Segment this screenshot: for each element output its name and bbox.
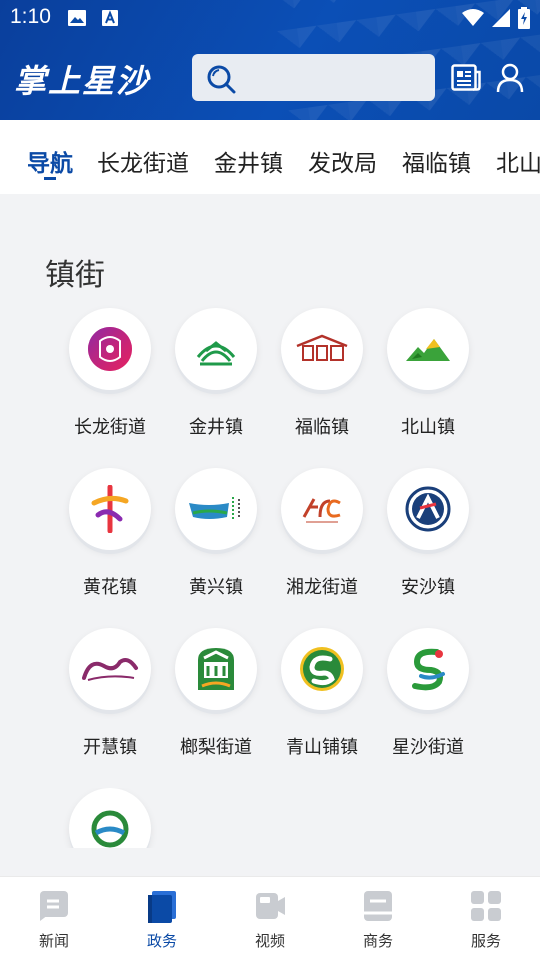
news-tab-icon (40, 891, 68, 921)
ansha-emblem-icon (405, 486, 451, 532)
category-tabs: 导航 长龙街道 金井镇 发改局 福临镇 北山 (0, 120, 540, 194)
town-label: 榔梨街道 (180, 737, 252, 758)
tab-jinjing[interactable]: 金井镇 (214, 144, 283, 178)
town-label: 湘龙街道 (286, 577, 358, 598)
town-item-jinjing[interactable]: 金井镇 (161, 308, 271, 458)
nav-label: 新闻 (38, 932, 69, 950)
town-item-partial[interactable] (55, 788, 165, 848)
battery-icon (518, 7, 530, 29)
town-label: 青山铺镇 (286, 737, 358, 758)
search-input[interactable] (192, 54, 435, 101)
nav-label: 服务 (470, 932, 501, 950)
user-profile-icon[interactable] (496, 62, 524, 94)
town-item-langli[interactable]: 榔梨街道 (161, 628, 271, 778)
xingsha-emblem-icon (412, 648, 445, 691)
town-item-xianglong[interactable]: 湘龙街道 (267, 468, 377, 618)
status-bar: 1:10 (0, 0, 540, 36)
font-notification-icon (102, 10, 118, 26)
nav-video[interactable]: 视频 (216, 877, 324, 960)
tab-changlong[interactable]: 长龙街道 (97, 144, 189, 178)
nav-label: 商务 (362, 932, 393, 950)
tab-daohang[interactable]: 导航 (27, 144, 73, 178)
video-tab-icon (256, 893, 285, 919)
kaihui-emblem-icon (82, 658, 138, 681)
status-time: 1:10 (10, 5, 51, 28)
town-item-huangxing[interactable]: 黄兴镇 (161, 468, 271, 618)
tab-fulin[interactable]: 福临镇 (402, 144, 471, 178)
nav-label: 政务 (146, 932, 177, 950)
town-item-xingsha[interactable]: 星沙街道 (373, 628, 483, 778)
town-label: 长龙街道 (74, 417, 146, 438)
town-item-kaihui[interactable]: 开慧镇 (55, 628, 165, 778)
huanghua-emblem-icon (91, 485, 129, 533)
tab-beishan[interactable]: 北山 (496, 144, 540, 178)
town-label: 安沙镇 (401, 577, 455, 598)
town-item-qingshanpu[interactable]: 青山铺镇 (267, 628, 377, 778)
fulin-emblem-icon (296, 334, 348, 361)
beishan-emblem-icon (406, 339, 450, 361)
town-label: 开慧镇 (83, 737, 137, 758)
section-title: 镇街 (45, 258, 105, 293)
town-item-fulin[interactable]: 福临镇 (267, 308, 377, 458)
active-tab-indicator (44, 177, 56, 180)
app-logo[interactable]: 掌上星沙 (14, 56, 150, 102)
partial-emblem-icon (91, 810, 129, 848)
jinjing-emblem-icon (196, 341, 236, 366)
town-label: 黄兴镇 (189, 577, 243, 598)
langli-emblem-icon (198, 648, 234, 690)
government-tab-icon (148, 891, 176, 923)
search-icon (207, 65, 236, 94)
business-tab-icon (364, 891, 392, 921)
image-notification-icon (68, 10, 86, 26)
services-tab-icon (471, 891, 501, 921)
newspaper-icon[interactable] (451, 64, 481, 92)
nav-business[interactable]: 商务 (324, 877, 432, 960)
town-label: 北山镇 (401, 417, 455, 438)
changlong-emblem-icon (88, 327, 132, 371)
huangxing-emblem-icon (189, 497, 240, 521)
wifi-icon (462, 9, 484, 26)
bottom-navigation: 新闻 政务 视频 商务 服务 (0, 876, 540, 960)
town-label: 黄花镇 (83, 577, 137, 598)
xianglong-emblem-icon (302, 498, 341, 523)
nav-government[interactable]: 政务 (108, 877, 216, 960)
town-item-changlong[interactable]: 长龙街道 (55, 308, 165, 458)
nav-label: 视频 (254, 932, 285, 950)
town-label: 金井镇 (189, 417, 243, 438)
town-label: 福临镇 (295, 417, 349, 438)
signal-icon (492, 9, 510, 27)
tab-fagaiju[interactable]: 发改局 (308, 144, 377, 178)
nav-news[interactable]: 新闻 (0, 877, 108, 960)
town-item-ansha[interactable]: 安沙镇 (373, 468, 483, 618)
qingshanpu-emblem-icon (300, 647, 344, 691)
app-header: 1:10 掌上星沙 (0, 0, 540, 120)
town-item-beishan[interactable]: 北山镇 (373, 308, 483, 458)
town-item-huanghua[interactable]: 黄花镇 (55, 468, 165, 618)
nav-services[interactable]: 服务 (432, 877, 540, 960)
town-label: 星沙街道 (392, 737, 464, 758)
